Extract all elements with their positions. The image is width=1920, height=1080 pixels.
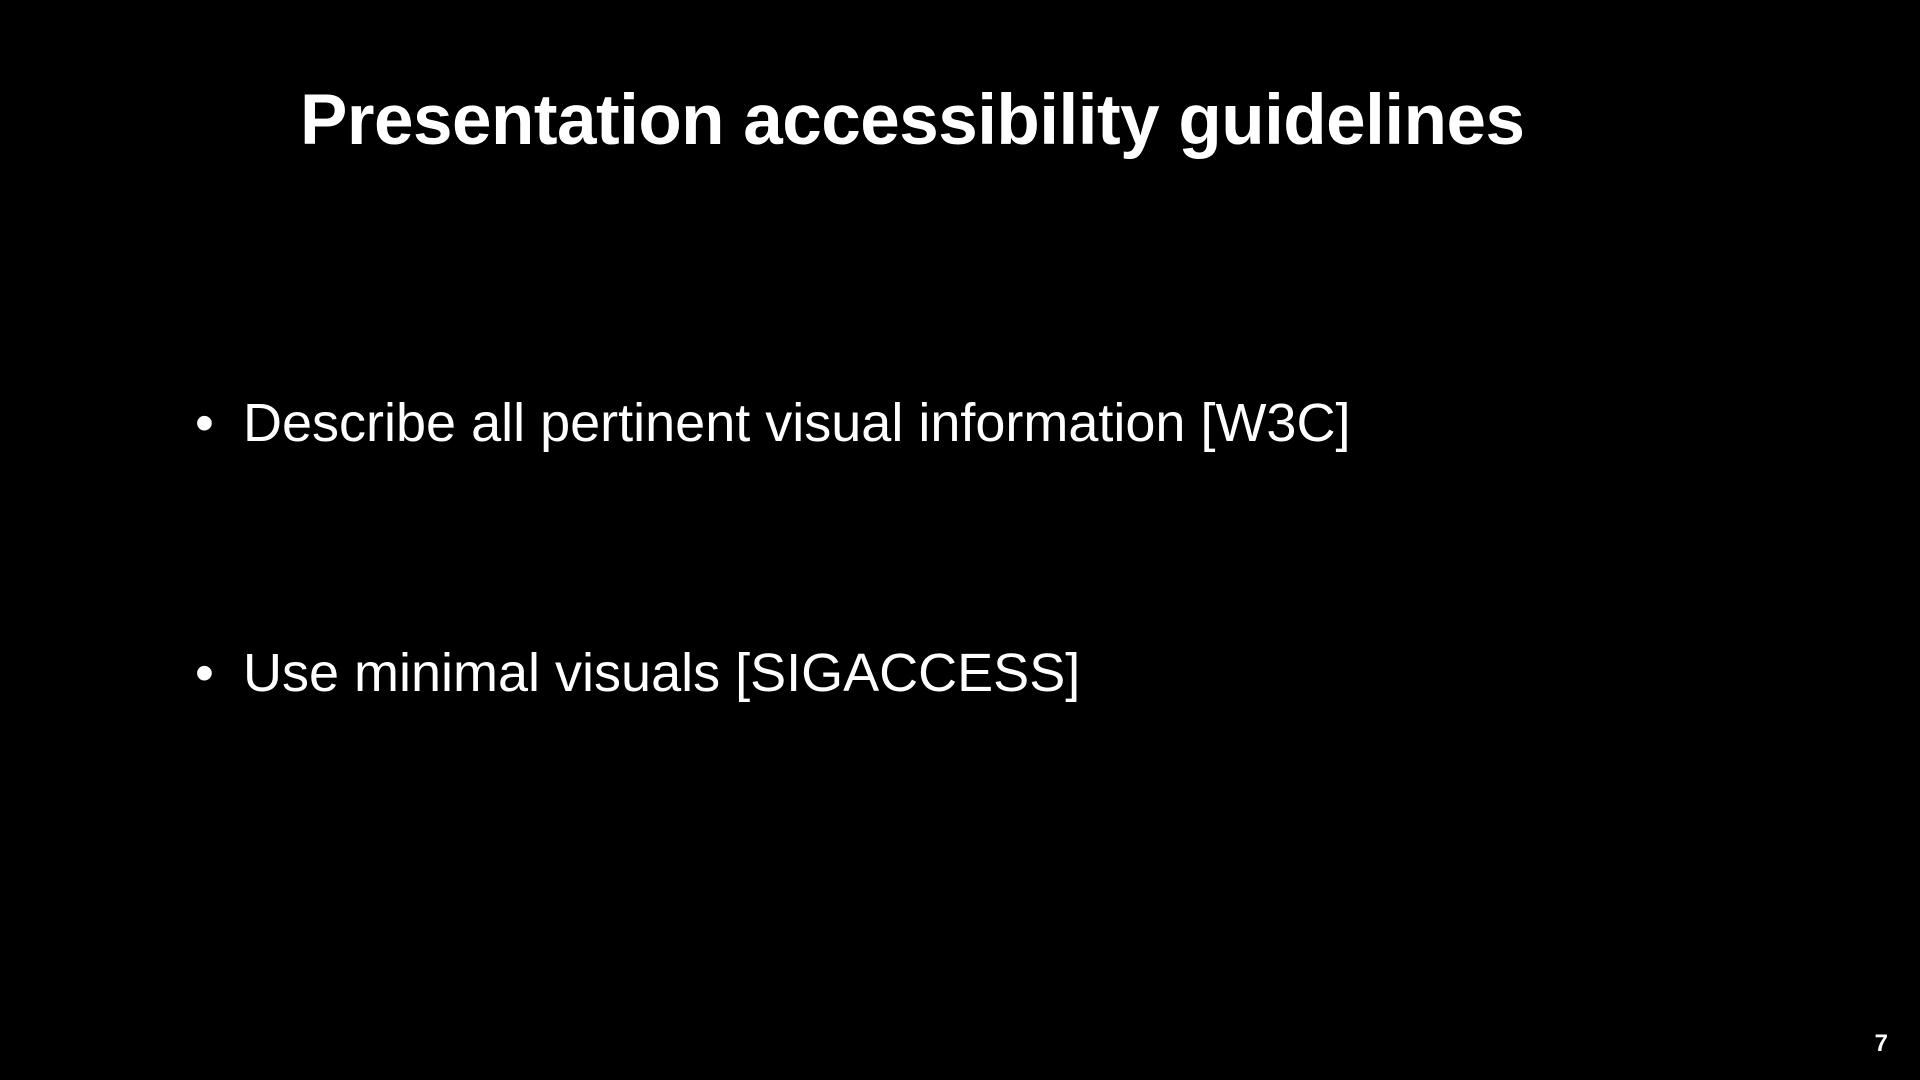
bullet-item: Describe all pertinent visual informatio… <box>195 391 1920 456</box>
slide-title: Presentation accessibility guidelines <box>0 0 1920 161</box>
page-number: 7 <box>1875 1030 1888 1058</box>
bullet-item: Use minimal visuals [SIGACCESS] <box>195 641 1920 706</box>
bullet-list: Describe all pertinent visual informatio… <box>0 161 1920 706</box>
